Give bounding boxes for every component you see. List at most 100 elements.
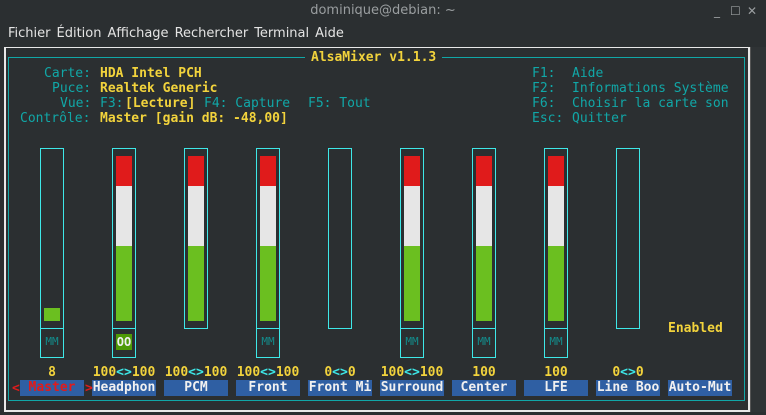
selected-arrow-right: > <box>85 381 93 396</box>
chip-label: Puce: <box>52 81 92 96</box>
menu-rechercher[interactable]: Rechercher <box>175 22 249 46</box>
maximize-button[interactable]: ☐ <box>730 0 741 22</box>
control-value: Master [gain dB: -48,00] <box>100 111 288 126</box>
right-value: 100 <box>131 365 156 380</box>
white-level-segment <box>260 186 276 246</box>
menu-fichier[interactable]: Fichier <box>8 22 51 46</box>
right-value: 100 <box>203 365 228 380</box>
green-level-segment <box>548 246 564 321</box>
key-f6-action: Choisir la carte son <box>572 96 729 111</box>
channel-value: 0<>0 <box>592 365 664 380</box>
menu-terminal[interactable]: Terminal <box>254 22 309 46</box>
close-button[interactable]: ✕ <box>747 0 757 22</box>
stereo-separator: <> <box>260 365 276 380</box>
key-f6: F6: <box>532 96 556 111</box>
red-level-segment <box>404 156 420 186</box>
auto-mute-status: Enabled <box>668 321 723 336</box>
volume-bar-frame <box>544 148 568 329</box>
left-value: 100 <box>92 365 117 380</box>
left-value: 100 <box>164 365 189 380</box>
volume-bar-frame <box>184 148 208 329</box>
stereo-separator: <> <box>620 365 636 380</box>
volume-bar-frame <box>112 148 136 329</box>
channel-value: 100<>100 <box>376 365 448 380</box>
window-title: dominique@debian: ~ <box>0 0 766 22</box>
view-label: Vue: <box>60 96 92 111</box>
mute-indicator[interactable]: MM <box>472 328 496 358</box>
mute-indicator[interactable]: MM <box>544 328 568 358</box>
menu-aide[interactable]: Aide <box>315 22 344 46</box>
view-f4[interactable]: F4: Capture <box>204 96 290 111</box>
green-level-segment <box>476 246 492 321</box>
minimize-button[interactable]: _ <box>714 0 720 22</box>
key-f2: F2: <box>532 81 556 96</box>
green-level-segment <box>188 246 204 321</box>
volume-bar-frame <box>472 148 496 329</box>
channel-label-pcm[interactable]: PCM <box>164 380 228 396</box>
left-value: 0 <box>324 365 333 380</box>
stereo-separator: <> <box>332 365 348 380</box>
mute-indicator[interactable]: MM <box>400 328 424 358</box>
mixer-title: AlsaMixer v1.1.3 <box>305 50 443 65</box>
white-level-segment <box>116 186 132 246</box>
volume-bar-frame <box>256 148 280 329</box>
view-selected: [Lecture] <box>125 96 196 111</box>
volume-bar-frame <box>400 148 424 329</box>
channel-label-auto-mut[interactable]: Auto-Mut <box>668 380 732 396</box>
channel-label-front[interactable]: Front <box>236 380 300 396</box>
left-value: 100 <box>236 365 261 380</box>
left-value: 0 <box>612 365 621 380</box>
key-esc-action: Quitter <box>572 111 627 126</box>
channel-label-master[interactable]: Master <box>20 380 84 396</box>
volume-bar-frame <box>328 148 352 329</box>
stereo-separator: <> <box>188 365 204 380</box>
white-level-segment <box>188 186 204 246</box>
channel-value: 8 <box>48 365 56 380</box>
channel-label-front-mi[interactable]: Front Mi <box>308 380 372 396</box>
green-level-segment <box>260 246 276 321</box>
left-value: 100 <box>380 365 405 380</box>
channel-value: 100<>100 <box>160 365 232 380</box>
channel-value: 0<>0 <box>304 365 376 380</box>
mute-indicator[interactable]: MM <box>256 328 280 358</box>
red-level-segment <box>548 156 564 186</box>
channel-value: 100 <box>472 365 496 380</box>
channel-label-line-boo[interactable]: Line Boo <box>596 380 660 396</box>
selected-arrow-left: < <box>12 381 20 396</box>
white-level-segment <box>404 186 420 246</box>
green-level-segment <box>404 246 420 321</box>
card-value: HDA Intel PCH <box>100 66 202 81</box>
right-value: 0 <box>347 365 356 380</box>
mute-state: MM <box>261 335 275 348</box>
red-level-segment <box>116 156 132 186</box>
channel-value: 100 <box>544 365 568 380</box>
card-label: Carte: <box>44 66 91 81</box>
mute-state: MM <box>477 335 491 348</box>
red-level-segment <box>260 156 276 186</box>
white-level-segment <box>476 186 492 246</box>
channel-label-surround[interactable]: Surround <box>380 380 444 396</box>
channel-label-center[interactable]: Center <box>452 380 516 396</box>
right-value: 100 <box>419 365 444 380</box>
channel-label-headphon[interactable]: Headphon <box>92 380 156 396</box>
stereo-separator: <> <box>116 365 132 380</box>
volume-bar-frame <box>40 148 64 329</box>
mute-indicator[interactable]: MM <box>40 328 64 358</box>
scrollbar[interactable] <box>750 47 766 412</box>
key-f2-action: Informations Système <box>572 81 729 96</box>
green-level-segment <box>116 246 132 321</box>
menu-edition[interactable]: Édition <box>57 22 102 46</box>
menu-bar: Fichier Édition Affichage Rechercher Ter… <box>0 22 350 46</box>
green-level-segment <box>44 307 60 321</box>
red-level-segment <box>188 156 204 186</box>
view-f3[interactable]: F3: <box>100 96 123 111</box>
key-f1-action: Aide <box>572 66 604 81</box>
view-f5[interactable]: F5: Tout <box>308 96 371 111</box>
channel-value: 100<>100 <box>232 365 304 380</box>
key-esc: Esc: <box>532 111 564 126</box>
mute-state: MM <box>45 335 59 348</box>
menu-affichage[interactable]: Affichage <box>107 22 168 46</box>
channel-label-lfe[interactable]: LFE <box>524 380 588 396</box>
red-level-segment <box>476 156 492 186</box>
mute-indicator[interactable]: OO <box>112 328 136 358</box>
